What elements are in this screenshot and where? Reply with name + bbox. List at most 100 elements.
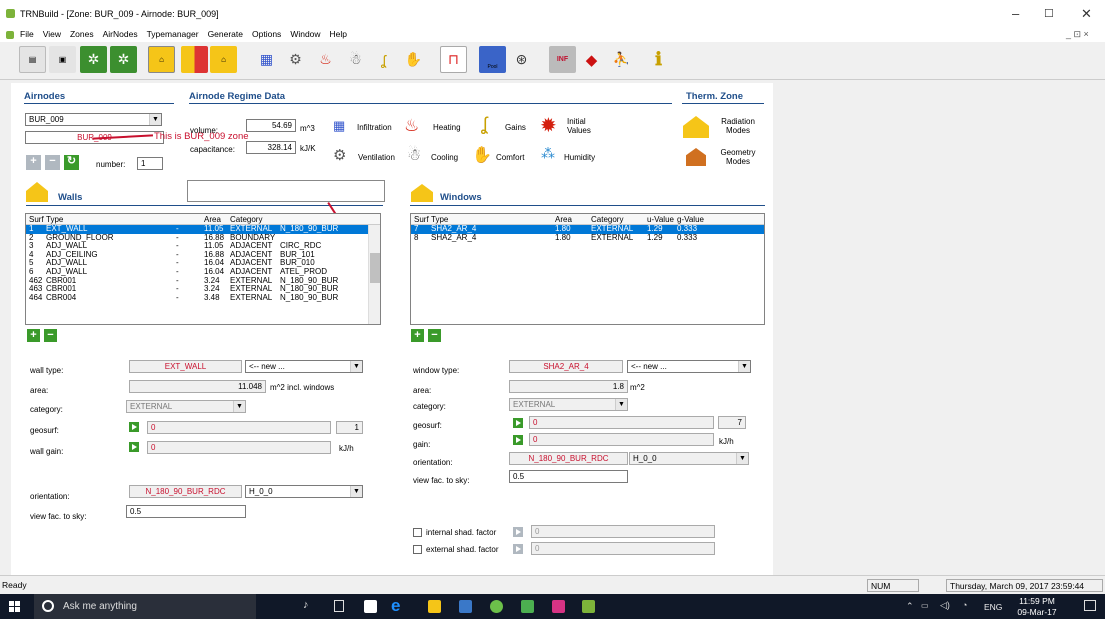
bar-chart-icon[interactable] bbox=[181, 46, 208, 73]
window-type-select[interactable]: <-- new ... ▼ bbox=[627, 360, 751, 373]
wall-table-row[interactable]: 2 GROUND_FLOOR - 16.88 BOUNDARY bbox=[26, 234, 380, 243]
window-viewfac-field[interactable]: 0.5 bbox=[509, 470, 628, 483]
window-table-row[interactable]: 7 SHA2_AR_4 1.80 EXTERNAL 1.29 0.333 bbox=[411, 225, 764, 234]
wall-table-row[interactable]: 462 CBR001 - 3.24 EXTERNAL N_180_90_BUR bbox=[26, 277, 380, 286]
cooling-button[interactable]: Cooling bbox=[431, 153, 458, 162]
infiltration-icon[interactable]: ▦ bbox=[333, 118, 353, 133]
app-icon-3[interactable] bbox=[521, 600, 534, 613]
file-explorer-icon[interactable] bbox=[428, 600, 441, 613]
remove-window-icon[interactable]: − bbox=[428, 329, 441, 342]
wall-table-row[interactable]: 5 ADJ_WALL - 16.04 ADJACENT BUR_010 bbox=[26, 259, 380, 268]
initial-values-icon[interactable]: ✹ bbox=[540, 113, 557, 138]
minimize-button[interactable]: – bbox=[1012, 6, 1019, 21]
menu-item-typemanager[interactable]: Typemanager bbox=[147, 29, 199, 39]
capacitance-field[interactable]: 328.14 bbox=[246, 141, 296, 154]
window-geosurf-play-icon[interactable] bbox=[513, 418, 523, 428]
humidity-drops-icon[interactable]: ⁂ bbox=[541, 145, 555, 162]
heating-flame-icon[interactable]: ♨ bbox=[404, 116, 419, 136]
airnode-select[interactable]: BUR_009 ▼ bbox=[25, 113, 162, 126]
window-category-select[interactable]: EXTERNAL ▼ bbox=[509, 398, 628, 411]
wall-table-row[interactable]: 4 ADJ_CEILING - 16.88 ADJACENT BUR_101 bbox=[26, 251, 380, 260]
window-orientation-field[interactable]: N_180_90_BUR_RDC bbox=[509, 452, 628, 465]
volume-field[interactable]: 54.69 bbox=[246, 119, 296, 132]
wall-table-row[interactable]: 3 ADJ_WALL - 11.05 ADJACENT CIRC_RDC bbox=[26, 242, 380, 251]
window-type-field[interactable]: SHA2_AR_4 bbox=[509, 360, 623, 373]
wall-table-row[interactable]: 464 CBR004 - 3.48 EXTERNAL N_180_90_BUR bbox=[26, 294, 380, 303]
task-view-icon[interactable] bbox=[334, 600, 344, 612]
edge-browser-icon[interactable]: e bbox=[391, 596, 400, 616]
airnode-icon[interactable]: ⊛ bbox=[508, 46, 535, 73]
initial-values-button[interactable]: Initial Values bbox=[567, 117, 597, 135]
clock-time[interactable]: 11:59 PM bbox=[1014, 596, 1060, 606]
wall-table-row[interactable]: 1 EXT_WALL - 11.05 EXTERNAL N_180_90_BUR bbox=[26, 225, 380, 234]
wall-orientation-field[interactable]: N_180_90_BUR_RDC bbox=[129, 485, 242, 498]
schedule-icon[interactable]: ⊓ bbox=[440, 46, 467, 73]
ventilation-icon[interactable]: ⚙ bbox=[282, 46, 309, 73]
wall-gain-play-icon[interactable] bbox=[129, 442, 139, 452]
external-shad-play-icon[interactable] bbox=[513, 544, 523, 554]
window-gain-play-icon[interactable] bbox=[513, 435, 523, 445]
mdi-window-controls[interactable]: _ ⊡ × bbox=[1066, 29, 1089, 40]
close-button[interactable]: ✕ bbox=[1081, 6, 1092, 22]
cube-icon[interactable]: ◆ bbox=[578, 46, 605, 73]
infiltration-icon[interactable]: ▦ bbox=[253, 46, 280, 73]
wall-gain-field[interactable]: 0 bbox=[147, 441, 331, 454]
wall-geosurf-right-field[interactable]: 1 bbox=[336, 421, 363, 434]
clock-date[interactable]: 09-Mar-17 bbox=[1014, 607, 1060, 617]
person-icon[interactable]: ⛹ bbox=[608, 46, 635, 73]
wall-geosurf-play-icon[interactable] bbox=[129, 422, 139, 432]
window-house-icon[interactable]: ⌂ bbox=[210, 46, 237, 73]
wall-type-select[interactable]: <-- new ... ▼ bbox=[245, 360, 363, 373]
zone-house-icon[interactable]: ⌂ bbox=[148, 46, 175, 73]
windows-table[interactable]: Surf Type Area Category u-Value g-Value … bbox=[410, 213, 765, 325]
language-indicator[interactable]: ENG bbox=[984, 602, 1002, 612]
open-file-icon[interactable]: ▣ bbox=[49, 46, 76, 73]
window-table-row[interactable]: 8 SHA2_AR_4 1.80 EXTERNAL 1.29 0.333 bbox=[411, 234, 764, 243]
external-shad-field[interactable]: 0 bbox=[531, 542, 715, 555]
cooling-snowman-icon[interactable]: ☃ bbox=[407, 145, 421, 165]
remove-wall-icon[interactable]: − bbox=[44, 329, 57, 342]
infiltration-button[interactable]: Infiltration bbox=[357, 123, 392, 132]
tray-up-arrow-icon[interactable]: ⌃ bbox=[906, 601, 914, 612]
cooling-snowman-icon[interactable]: ☃ bbox=[342, 46, 369, 73]
add-wall-icon[interactable]: + bbox=[27, 329, 40, 342]
window-geosurf-right-field[interactable]: 7 bbox=[718, 416, 746, 429]
battery-icon[interactable]: ▭ bbox=[921, 601, 929, 610]
geometry-modes-button[interactable]: Geometry Modes bbox=[718, 148, 758, 166]
walls-table[interactable]: Surf Type Area Category 1 EXT_WALL - 11.05 E… bbox=[25, 213, 381, 325]
trnbuild-taskbar-icon[interactable] bbox=[582, 600, 595, 613]
refresh-airnode-icon[interactable]: ↻ bbox=[64, 155, 79, 170]
humidity-button[interactable]: Humidity bbox=[564, 153, 595, 162]
wall-geosurf-field[interactable]: 0 bbox=[147, 421, 331, 434]
network-alt-icon[interactable]: ✲ bbox=[110, 46, 137, 73]
wall-table-row[interactable]: 6 ADJ_WALL - 16.04 ADJACENT ATEL_PROD bbox=[26, 268, 380, 277]
wall-table-row[interactable]: 463 CBR001 - 3.24 EXTERNAL N_180_90_BUR bbox=[26, 285, 380, 294]
menu-item-window[interactable]: Window bbox=[290, 29, 320, 39]
heating-flame-icon[interactable]: ♨ bbox=[312, 46, 339, 73]
menu-item-airnodes[interactable]: AirNodes bbox=[103, 29, 138, 39]
window-gain-field[interactable]: 0 bbox=[529, 433, 714, 446]
wall-type-field[interactable]: EXT_WALL bbox=[129, 360, 242, 373]
wifi-icon[interactable]: ◔ bbox=[962, 600, 967, 610]
pool-icon[interactable]: Pool bbox=[479, 46, 506, 73]
window-orientation-select[interactable]: H_0_0 ▼ bbox=[629, 452, 749, 465]
wall-orientation-select[interactable]: H_0_0 ▼ bbox=[245, 485, 363, 498]
heating-button[interactable]: Heating bbox=[433, 123, 461, 132]
remove-airnode-icon[interactable]: − bbox=[45, 155, 60, 170]
add-airnode-icon[interactable]: + bbox=[26, 155, 41, 170]
network-icon[interactable]: ✲ bbox=[80, 46, 107, 73]
app-icon-4[interactable] bbox=[552, 600, 565, 613]
store-bag-icon[interactable] bbox=[364, 600, 377, 613]
radiation-modes-button[interactable]: Radiation Modes bbox=[718, 117, 758, 135]
menu-item-view[interactable]: View bbox=[43, 29, 61, 39]
new-file-icon[interactable]: ▤ bbox=[19, 46, 46, 73]
internal-shad-checkbox[interactable] bbox=[413, 528, 422, 537]
comfort-button[interactable]: Comfort bbox=[496, 153, 524, 162]
menu-item-file[interactable]: File bbox=[20, 29, 34, 39]
windows-start-icon[interactable] bbox=[9, 601, 20, 612]
microphone-icon[interactable]: ♪ bbox=[303, 599, 309, 611]
wall-category-select[interactable]: EXTERNAL ▼ bbox=[126, 400, 246, 413]
app-icon-2[interactable] bbox=[490, 600, 503, 613]
gains-button[interactable]: Gains bbox=[505, 123, 526, 132]
cortana-search-box[interactable]: Ask me anything bbox=[34, 594, 256, 619]
